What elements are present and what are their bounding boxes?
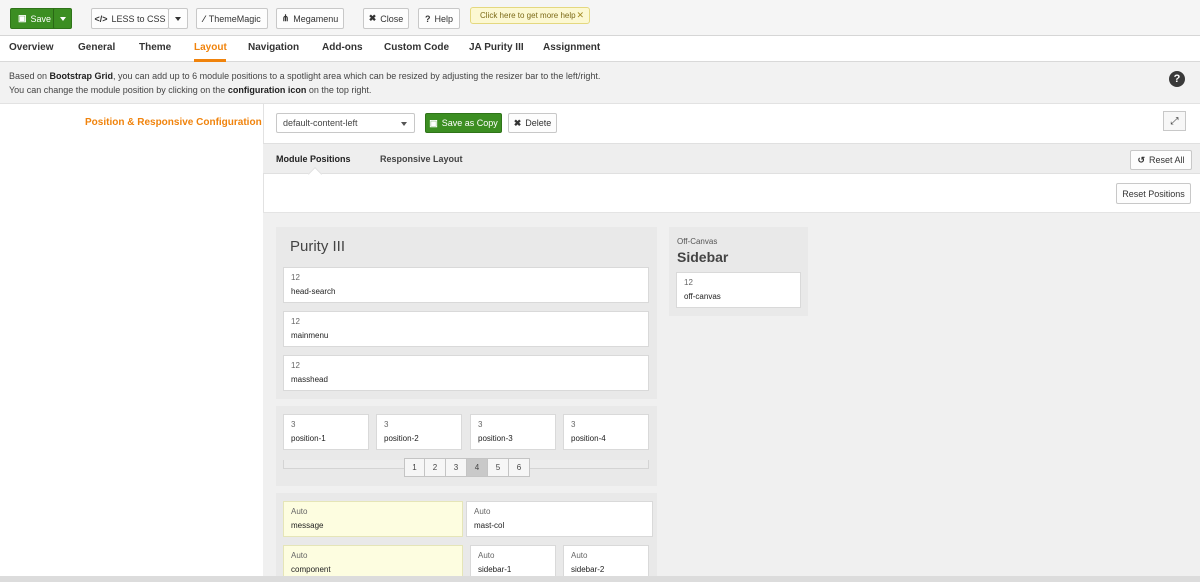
offcanvas-title: Sidebar [677,249,729,265]
sitemap-icon: ⋔ [281,13,290,23]
close-icon: ✖ [368,13,377,23]
info-line-1: Based on Bootstrap Grid, you can add up … [9,71,601,81]
question-circle-icon: ? [424,13,431,24]
pager-item[interactable]: 2 [425,458,446,477]
less-to-css-label: LESS to CSS [111,13,166,24]
bottom-bar [0,576,1200,582]
delete-button[interactable]: ✖ Delete [508,113,557,133]
pager-item[interactable]: 5 [488,458,509,477]
subtab-module-positions[interactable]: Module Positions [276,154,351,164]
layout-select[interactable]: default-content-left [276,113,415,133]
position-masshead[interactable]: 12 masshead [283,355,649,391]
pager-item[interactable]: 1 [404,458,425,477]
tab-overview[interactable]: Overview [9,42,53,53]
question-circle-icon[interactable]: ? [1169,71,1185,87]
position-4[interactable]: 3 position-4 [563,414,649,450]
info-bar: Based on Bootstrap Grid, you can add up … [0,62,1200,104]
help-hint-text: Click here to get more help [480,11,576,20]
position-off-canvas[interactable]: 12 off-canvas [676,272,801,308]
offcanvas-label: Off-Canvas [677,237,718,246]
pager-item-selected[interactable]: 4 [467,458,488,477]
tab-layout[interactable]: Layout [194,42,227,53]
chevron-down-icon [401,122,407,126]
save-icon: ▣ [429,117,438,128]
thememagic-button[interactable]: ⁄ ThemeMagic [196,8,268,29]
help-button[interactable]: ? Help [418,8,460,29]
column-count-pager: 1 2 3 4 5 6 [404,458,530,477]
position-head-search[interactable]: 12 head-search [283,267,649,303]
section-label: Position & Responsive Configuration [85,117,262,128]
info-line-2: You can change the module position by cl… [9,85,372,95]
pager-item[interactable]: 3 [446,458,467,477]
tab-custom-code[interactable]: Custom Code [384,42,449,53]
save-icon: ▣ [18,13,27,23]
pager-item[interactable]: 6 [509,458,530,477]
code-icon: </> [94,13,108,24]
position-3[interactable]: 3 position-3 [470,414,556,450]
close-label: Close [380,13,404,24]
save-as-copy-label: Save as Copy [441,118,498,128]
save-dropdown-button[interactable] [53,8,72,29]
close-icon[interactable]: ✕ [576,10,584,21]
toolbar: ▣ Save </> LESS to CSS ⁄ ThemeMagic ⋔ Me… [0,0,1200,36]
megamenu-label: Megamenu [293,13,339,24]
tab-theme[interactable]: Theme [139,42,171,53]
position-1[interactable]: 3 position-1 [283,414,369,450]
magic-wand-icon: ⁄ [203,13,205,24]
undo-icon: ↺ [1137,154,1145,165]
reset-positions-button[interactable]: Reset Positions [1116,183,1191,204]
delete-label: Delete [525,118,552,128]
megamenu-button[interactable]: ⋔ Megamenu [276,8,344,29]
layout-select-value: default-content-left [283,118,358,128]
tab-navigation[interactable]: Navigation [248,42,299,53]
tab-general[interactable]: General [78,42,115,53]
chevron-down-icon [175,16,181,21]
tab-addons[interactable]: Add-ons [322,42,363,53]
position-mainmenu[interactable]: 12 mainmenu [283,311,649,347]
tab-assignment[interactable]: Assignment [543,42,600,53]
subtabs: Module Positions Responsive Layout ↺ Res… [263,143,1200,174]
reset-positions-label: Reset Positions [1122,188,1185,199]
layout-title: Purity III [290,238,346,255]
tab-ja-purity-iii[interactable]: JA Purity III [469,42,524,53]
help-label: Help [434,13,453,24]
close-icon: ✖ [513,117,522,128]
reset-all-label: Reset All [1149,155,1185,165]
reset-all-button[interactable]: ↺ Reset All [1130,150,1192,170]
save-as-copy-button[interactable]: ▣ Save as Copy [425,113,502,133]
thememagic-label: ThemeMagic [208,13,261,24]
position-2[interactable]: 3 position-2 [376,414,462,450]
position-mast-col[interactable]: Auto mast-col [466,501,653,537]
position-message[interactable]: Auto message [283,501,463,537]
main-tabs: Overview General Theme Layout Navigation… [0,36,1200,62]
chevron-down-icon [59,16,66,21]
subtab-responsive-layout[interactable]: Responsive Layout [380,154,463,164]
help-hint[interactable]: Click here to get more help ✕ [470,7,590,24]
less-to-css-button[interactable]: </> LESS to CSS [91,8,169,29]
save-button[interactable]: ▣ Save [10,8,57,29]
less-dropdown-button[interactable] [168,8,188,29]
close-button[interactable]: ✖ Close [363,8,409,29]
expand-icon[interactable]: ⤢ [1163,111,1186,131]
save-label: Save [30,13,52,24]
